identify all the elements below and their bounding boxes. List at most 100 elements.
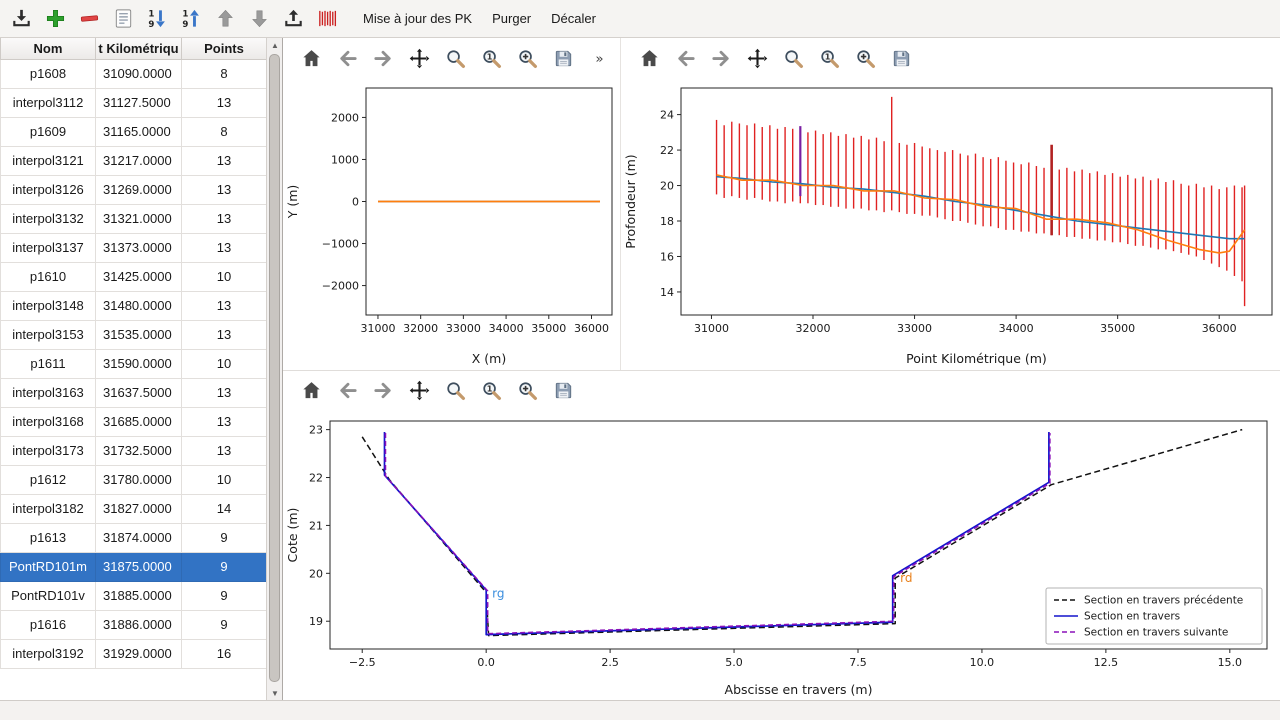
cell-pk[interactable]: 31269.0000 <box>96 175 182 204</box>
cell-nom[interactable]: interpol3192 <box>1 639 96 668</box>
forward-icon[interactable] <box>371 378 396 403</box>
cell-pk[interactable]: 31637.5000 <box>96 378 182 407</box>
cell-points[interactable]: 9 <box>182 552 267 581</box>
cell-points[interactable]: 13 <box>182 204 267 233</box>
remove-icon[interactable] <box>76 5 103 33</box>
cell-points[interactable]: 13 <box>182 320 267 349</box>
cell-points[interactable]: 13 <box>182 291 267 320</box>
cell-pk[interactable]: 31535.0000 <box>96 320 182 349</box>
cell-nom[interactable]: p1612 <box>1 465 96 494</box>
cell-points[interactable]: 13 <box>182 233 267 262</box>
column-header-points[interactable]: Points <box>182 38 267 59</box>
cell-nom[interactable]: interpol3112 <box>1 88 96 117</box>
scrollbar-down-icon[interactable]: ▼ <box>267 686 283 700</box>
move-up-icon[interactable] <box>212 5 239 33</box>
table-row[interactable]: interpol312631269.000013 <box>1 175 267 204</box>
cell-nom[interactable]: interpol3137 <box>1 233 96 262</box>
table-row[interactable]: interpol313731373.000013 <box>1 233 267 262</box>
cell-pk[interactable]: 31480.0000 <box>96 291 182 320</box>
xy-plot-canvas[interactable]: 310003200033000340003500036000−2000−1000… <box>285 78 618 368</box>
cell-pk[interactable]: 31217.0000 <box>96 146 182 175</box>
cell-points[interactable]: 13 <box>182 175 267 204</box>
zoom-rect-icon[interactable] <box>781 46 806 71</box>
cell-nom[interactable]: p1610 <box>1 262 96 291</box>
table-row[interactable]: p161131590.000010 <box>1 349 267 378</box>
cell-points[interactable]: 16 <box>182 639 267 668</box>
zoom-in-icon[interactable] <box>515 378 540 403</box>
cell-nom[interactable]: p1608 <box>1 59 96 88</box>
import-icon[interactable] <box>8 5 35 33</box>
table-row[interactable]: interpol312131217.000013 <box>1 146 267 175</box>
toolbar-button-2[interactable]: Purger <box>483 6 540 31</box>
cell-points[interactable]: 13 <box>182 378 267 407</box>
column-header-pk[interactable]: t Kilométriqu <box>96 38 182 59</box>
home-icon[interactable] <box>637 46 662 71</box>
cell-points[interactable]: 8 <box>182 117 267 146</box>
cell-pk[interactable]: 31127.5000 <box>96 88 182 117</box>
document-icon[interactable] <box>110 5 137 33</box>
home-icon[interactable] <box>299 46 324 71</box>
table-row[interactable]: p161031425.000010 <box>1 262 267 291</box>
cell-nom[interactable]: interpol3173 <box>1 436 96 465</box>
back-icon[interactable] <box>335 46 360 71</box>
cell-points[interactable]: 13 <box>182 88 267 117</box>
cell-pk[interactable]: 31929.0000 <box>96 639 182 668</box>
forward-icon[interactable] <box>371 46 396 71</box>
cell-pk[interactable]: 31373.0000 <box>96 233 182 262</box>
cell-nom[interactable]: interpol3126 <box>1 175 96 204</box>
cell-nom[interactable]: p1611 <box>1 349 96 378</box>
table-row[interactable]: p160831090.00008 <box>1 59 267 88</box>
column-header-nom[interactable]: Nom <box>1 38 96 59</box>
cell-nom[interactable]: interpol3168 <box>1 407 96 436</box>
table-row[interactable]: interpol319231929.000016 <box>1 639 267 668</box>
scrollbar-thumb[interactable] <box>269 54 280 682</box>
table-row[interactable]: interpol314831480.000013 <box>1 291 267 320</box>
zoom-in-icon[interactable] <box>853 46 878 71</box>
table-row[interactable]: interpol318231827.000014 <box>1 494 267 523</box>
toolbar-button-3[interactable]: Décaler <box>542 6 605 31</box>
cell-pk[interactable]: 31685.0000 <box>96 407 182 436</box>
zoom-rect-icon[interactable] <box>443 46 468 71</box>
pan-icon[interactable] <box>407 46 432 71</box>
table-row[interactable]: PontRD101m31875.00009 <box>1 552 267 581</box>
cell-nom[interactable]: interpol3132 <box>1 204 96 233</box>
zoom-one-icon[interactable]: 1 <box>817 46 842 71</box>
cell-nom[interactable]: interpol3148 <box>1 291 96 320</box>
cell-pk[interactable]: 31425.0000 <box>96 262 182 291</box>
table-row[interactable]: interpol311231127.500013 <box>1 88 267 117</box>
cell-pk[interactable]: 31165.0000 <box>96 117 182 146</box>
cell-pk[interactable]: 31590.0000 <box>96 349 182 378</box>
pan-icon[interactable] <box>407 378 432 403</box>
table-row[interactable]: p161331874.00009 <box>1 523 267 552</box>
table-row[interactable]: PontRD101v31885.00009 <box>1 581 267 610</box>
cell-points[interactable]: 10 <box>182 262 267 291</box>
cell-pk[interactable]: 31886.0000 <box>96 610 182 639</box>
cross-section-plot-canvas[interactable]: −2.50.02.55.07.510.012.515.01920212223Ab… <box>285 409 1276 699</box>
export-icon[interactable] <box>280 5 307 33</box>
toolbar-button-1[interactable]: Mise à jour des PK <box>354 6 481 31</box>
back-icon[interactable] <box>335 378 360 403</box>
table-row[interactable]: interpol317331732.500013 <box>1 436 267 465</box>
cell-pk[interactable]: 31827.0000 <box>96 494 182 523</box>
back-icon[interactable] <box>673 46 698 71</box>
zoom-in-icon[interactable] <box>515 46 540 71</box>
cell-nom[interactable]: interpol3163 <box>1 378 96 407</box>
cell-nom[interactable]: interpol3182 <box>1 494 96 523</box>
cell-nom[interactable]: p1609 <box>1 117 96 146</box>
cell-points[interactable]: 10 <box>182 465 267 494</box>
move-down-icon[interactable] <box>246 5 273 33</box>
scrollbar-up-icon[interactable]: ▲ <box>267 38 283 52</box>
save-icon[interactable] <box>551 378 576 403</box>
pan-icon[interactable] <box>745 46 770 71</box>
cell-nom[interactable]: p1616 <box>1 610 96 639</box>
table-row[interactable]: p161631886.00009 <box>1 610 267 639</box>
table-row[interactable]: interpol316831685.000013 <box>1 407 267 436</box>
cell-points[interactable]: 13 <box>182 436 267 465</box>
overflow-icon[interactable]: » <box>587 46 612 71</box>
cell-points[interactable]: 13 <box>182 146 267 175</box>
cell-pk[interactable]: 31874.0000 <box>96 523 182 552</box>
table-row[interactable]: interpol315331535.000013 <box>1 320 267 349</box>
cell-nom[interactable]: p1613 <box>1 523 96 552</box>
table-row[interactable]: p160931165.00008 <box>1 117 267 146</box>
cell-nom[interactable]: PontRD101m <box>1 552 96 581</box>
